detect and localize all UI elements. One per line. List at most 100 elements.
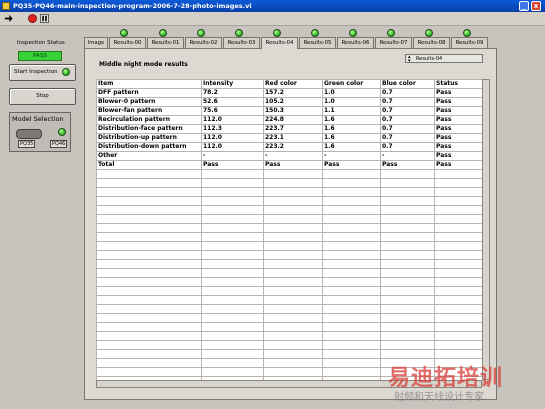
table-cell	[96, 241, 202, 251]
table-cell: Blower-fan pattern	[96, 106, 202, 116]
column-header: Green color	[322, 79, 381, 89]
table-cell	[201, 268, 264, 278]
column-header: Blue color	[380, 79, 435, 89]
empty-table-row	[96, 196, 483, 206]
table-cell	[434, 277, 483, 287]
table-cell	[322, 349, 381, 359]
table-cell	[201, 232, 264, 242]
table-cell	[263, 286, 323, 296]
vertical-scrollbar[interactable]	[482, 79, 490, 380]
table-cell	[201, 304, 264, 314]
table-cell: Pass	[434, 142, 483, 152]
table-cell	[322, 250, 381, 260]
table-cell: Pass	[380, 160, 435, 170]
tab-results-04[interactable]: Results-04	[261, 37, 298, 49]
table-cell	[201, 241, 264, 251]
column-header: Intensity	[201, 79, 264, 89]
table-cell	[201, 295, 264, 305]
table-cell	[96, 187, 202, 197]
minimize-button[interactable]: _	[519, 1, 529, 11]
table-cell	[434, 205, 483, 215]
run-arrow-icon[interactable]	[4, 14, 13, 23]
table-cell	[263, 304, 323, 314]
results-title: Middle night mode results	[99, 61, 188, 68]
table-cell	[380, 169, 435, 179]
table-cell: Blower-0 pattern	[96, 97, 202, 107]
model-selection-title: Model Selection	[12, 115, 64, 123]
table-cell	[434, 196, 483, 206]
table-cell	[96, 205, 202, 215]
empty-table-row	[96, 322, 483, 332]
results-08-led-icon	[425, 29, 433, 37]
table-cell	[201, 187, 264, 197]
tab-results-07[interactable]: Results-07	[375, 37, 412, 48]
results-selector[interactable]: ▴ ▾ Results-04	[405, 54, 483, 64]
empty-table-row	[96, 232, 483, 242]
pause-icon[interactable]	[40, 14, 49, 23]
tab-results-05[interactable]: Results-05	[299, 37, 336, 48]
table-cell	[434, 349, 483, 359]
table-cell	[96, 340, 202, 350]
tab-results-06[interactable]: Results-06	[337, 37, 374, 48]
empty-table-row	[96, 340, 483, 350]
table-cell: 1.6	[322, 133, 381, 143]
start-inspection-button[interactable]: Start Inspection	[9, 64, 76, 81]
empty-table-row	[96, 250, 483, 260]
table-cell: 0.7	[380, 106, 435, 116]
table-cell	[201, 277, 264, 287]
table-cell	[380, 331, 435, 341]
results-selector-value: Results-04	[416, 56, 443, 62]
table-cell	[201, 367, 264, 377]
table-cell	[96, 313, 202, 323]
table-row: Total Pass Pass Pass Pass Pass	[96, 160, 483, 170]
table-cell	[322, 196, 381, 206]
results-06-led-icon	[349, 29, 357, 37]
table-cell	[380, 232, 435, 242]
table-cell: 105.2	[263, 97, 323, 107]
tab-image[interactable]: Image	[84, 37, 108, 48]
table-cell: 0.7	[380, 133, 435, 143]
table-cell: 112.0	[201, 133, 264, 143]
table-row: Distribution-up pattern 112.0 223.1 1.6 0.7 P…	[96, 133, 483, 143]
table-cell	[96, 322, 202, 332]
tab-results-00[interactable]: Results-00	[109, 37, 146, 48]
table-cell	[380, 268, 435, 278]
table-cell	[96, 178, 202, 188]
table-cell	[201, 250, 264, 260]
abort-icon[interactable]	[28, 14, 37, 23]
table-cell	[380, 313, 435, 323]
table-cell	[434, 250, 483, 260]
tab-results-02[interactable]: Results-02	[185, 37, 222, 48]
close-button[interactable]: x	[531, 1, 541, 11]
tab-results-08[interactable]: Results-08	[413, 37, 450, 48]
empty-table-row	[96, 277, 483, 287]
table-cell	[201, 178, 264, 188]
tab-results-09[interactable]: Results-09	[451, 37, 488, 48]
table-cell: Pass	[434, 151, 483, 161]
stop-button[interactable]: Stop	[9, 88, 76, 105]
inspection-status-indicator: PASS	[18, 51, 62, 61]
table-cell	[380, 223, 435, 233]
table-row: Recirculation pattern 112.0 224.8 1.6 0.7 Pas…	[96, 115, 483, 125]
tab-results-03[interactable]: Results-03	[223, 37, 260, 48]
table-cell	[201, 223, 264, 233]
table-cell: 112.3	[201, 124, 264, 134]
table-cell	[96, 232, 202, 242]
table-cell	[322, 205, 381, 215]
table-cell	[201, 340, 264, 350]
stepper-arrows-icon[interactable]: ▴ ▾	[408, 55, 411, 64]
table-cell: 112.0	[201, 142, 264, 152]
table-cell: -	[201, 151, 264, 161]
inspection-status-label: Inspection Status	[17, 40, 65, 46]
table-cell: 1.6	[322, 142, 381, 152]
tab-results-01[interactable]: Results-01	[147, 37, 184, 48]
table-cell	[96, 358, 202, 368]
table-cell: 223.1	[263, 133, 323, 143]
empty-table-row	[96, 259, 483, 269]
table-cell	[380, 196, 435, 206]
results-07-led-icon	[387, 29, 395, 37]
model-option-pq46[interactable]: PQ46	[50, 140, 68, 148]
model-option-pq35[interactable]: PQ35	[18, 140, 36, 148]
model-toggle-switch[interactable]	[16, 129, 42, 139]
watermark-sub-text: 射频和天线设计专家	[394, 392, 484, 403]
